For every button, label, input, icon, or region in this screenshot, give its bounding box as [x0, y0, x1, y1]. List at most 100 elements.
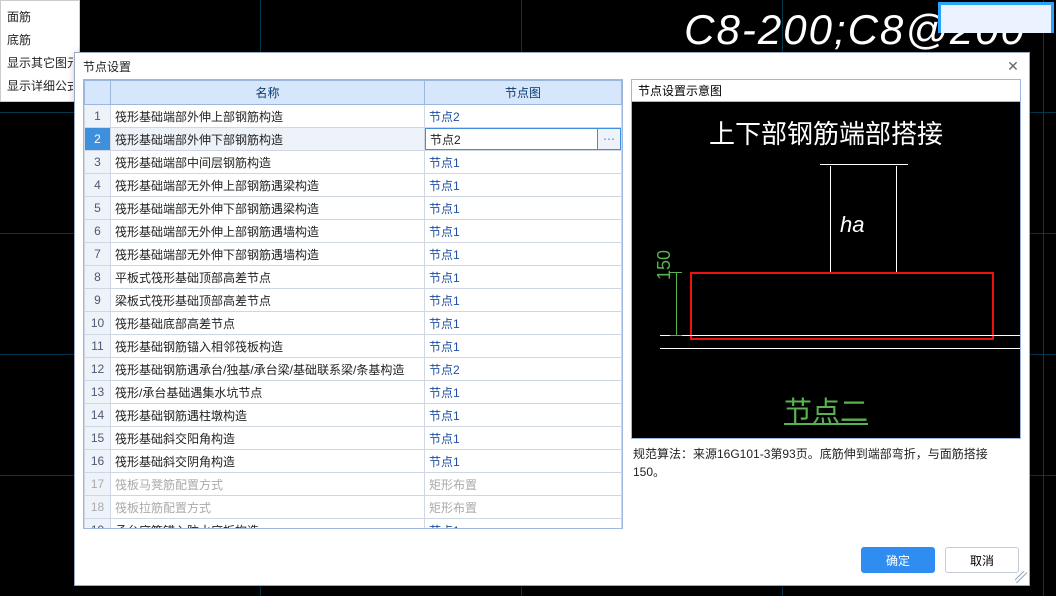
ellipsis-icon[interactable]: ⋯ [598, 128, 621, 150]
row-node[interactable]: 节点1 [425, 519, 622, 530]
row-number: 8 [85, 266, 111, 289]
dialog-footer: 确定 取消 [75, 537, 1029, 585]
row-node[interactable]: 节点1 [425, 450, 622, 473]
context-menu: 面筋 底筋 显示其它图元 显示详细公式 [0, 0, 80, 102]
row-name[interactable]: 筏形基础钢筋锚入相邻筏板构造 [111, 335, 425, 358]
row-node[interactable]: 节点1 [425, 404, 622, 427]
row-node[interactable]: ⋯ [425, 128, 622, 151]
table-row[interactable]: 2筏形基础端部外伸下部钢筋构造 ⋯ [85, 128, 622, 151]
col-header-name[interactable]: 名称 [111, 81, 425, 105]
table-row[interactable]: 16筏形基础斜交阴角构造节点1 [85, 450, 622, 473]
row-name[interactable]: 筏形基础端部中间层钢筋构造 [111, 151, 425, 174]
row-node[interactable]: 节点1 [425, 381, 622, 404]
dialog-title: 节点设置 [83, 58, 131, 75]
row-name[interactable]: 筏形基础斜交阴角构造 [111, 450, 425, 473]
close-icon[interactable]: ✕ [1005, 58, 1021, 74]
row-name[interactable]: 筏形基础底部高差节点 [111, 312, 425, 335]
cancel-button[interactable]: 取消 [945, 547, 1019, 573]
table-row[interactable]: 7筏形基础端部无外伸下部钢筋遇墙构造节点1 [85, 243, 622, 266]
row-node[interactable]: 节点1 [425, 427, 622, 450]
figure-line [896, 166, 897, 272]
preview-note: 规范算法：来源16G101-3第93页。底筋伸到端部弯折，与面筋搭接150。 [631, 439, 1021, 481]
table-row[interactable]: 10筏形基础底部高差节点节点1 [85, 312, 622, 335]
row-name[interactable]: 筏形基础钢筋遇柱墩构造 [111, 404, 425, 427]
row-name[interactable]: 筏板马凳筋配置方式 [111, 473, 425, 496]
row-node[interactable]: 节点2 [425, 105, 622, 128]
row-name[interactable]: 筏板拉筋配置方式 [111, 496, 425, 519]
table-row[interactable]: 8平板式筏形基础顶部高差节点节点1 [85, 266, 622, 289]
table-row[interactable]: 12筏形基础钢筋遇承台/独基/承台梁/基础联系梁/条基构造节点2 [85, 358, 622, 381]
dialog-titlebar[interactable]: 节点设置 ✕ [75, 53, 1029, 79]
row-number: 14 [85, 404, 111, 427]
row-number: 10 [85, 312, 111, 335]
row-number: 7 [85, 243, 111, 266]
row-number: 11 [85, 335, 111, 358]
row-node[interactable]: 节点1 [425, 266, 622, 289]
row-name[interactable]: 筏形基础钢筋遇承台/独基/承台梁/基础联系梁/条基构造 [111, 358, 425, 381]
menu-item[interactable]: 显示详细公式 [7, 74, 73, 97]
row-number: 6 [85, 220, 111, 243]
row-name[interactable]: 承台底筋锚入防水底板构造 [111, 519, 425, 530]
preview-title: 节点设置示意图 [632, 80, 1020, 102]
row-node[interactable]: 节点1 [425, 312, 622, 335]
resize-grip-icon[interactable] [1015, 571, 1027, 583]
table-row[interactable]: 9梁板式筏形基础顶部高差节点节点1 [85, 289, 622, 312]
node-table-container[interactable]: 名称 节点图 1筏形基础端部外伸上部钢筋构造节点22筏形基础端部外伸下部钢筋构造… [83, 79, 623, 529]
row-number: 15 [85, 427, 111, 450]
row-number: 9 [85, 289, 111, 312]
col-header-node[interactable]: 节点图 [425, 81, 622, 105]
figure-dim-line [670, 335, 682, 336]
row-name[interactable]: 筏形/承台基础遇集水坑节点 [111, 381, 425, 404]
table-row[interactable]: 15筏形基础斜交阳角构造节点1 [85, 427, 622, 450]
col-header-num[interactable] [85, 81, 111, 105]
table-row[interactable]: 6筏形基础端部无外伸上部钢筋遇墙构造节点1 [85, 220, 622, 243]
preview-panel: 节点设置示意图 上下部钢筋端部搭接 ha 150 节点二 [631, 79, 1021, 439]
row-name[interactable]: 筏形基础端部无外伸上部钢筋遇梁构造 [111, 174, 425, 197]
row-number: 16 [85, 450, 111, 473]
row-node[interactable]: 节点1 [425, 220, 622, 243]
row-number: 2 [85, 128, 111, 151]
row-node[interactable]: 节点1 [425, 151, 622, 174]
row-name[interactable]: 梁板式筏形基础顶部高差节点 [111, 289, 425, 312]
row-node[interactable]: 节点1 [425, 174, 622, 197]
figure-rebar-rect [690, 272, 994, 340]
table-row[interactable]: 5筏形基础端部无外伸下部钢筋遇梁构造节点1 [85, 197, 622, 220]
ok-button[interactable]: 确定 [861, 547, 935, 573]
table-row[interactable]: 13筏形/承台基础遇集水坑节点节点1 [85, 381, 622, 404]
figure-top-label: 上下部钢筋端部搭接 [632, 114, 1020, 151]
row-number: 12 [85, 358, 111, 381]
table-row[interactable]: 14筏形基础钢筋遇柱墩构造节点1 [85, 404, 622, 427]
row-node[interactable]: 节点1 [425, 243, 622, 266]
row-name[interactable]: 筏形基础端部无外伸下部钢筋遇梁构造 [111, 197, 425, 220]
menu-item[interactable]: 面筋 [7, 5, 73, 28]
row-number: 1 [85, 105, 111, 128]
table-row[interactable]: 4筏形基础端部无外伸上部钢筋遇梁构造节点1 [85, 174, 622, 197]
table-row[interactable]: 17筏板马凳筋配置方式矩形布置 [85, 473, 622, 496]
menu-item[interactable]: 显示其它图元 [7, 51, 73, 74]
row-node[interactable]: 节点1 [425, 289, 622, 312]
row-name[interactable]: 平板式筏形基础顶部高差节点 [111, 266, 425, 289]
row-name[interactable]: 筏形基础端部无外伸上部钢筋遇墙构造 [111, 220, 425, 243]
figure-dim-line [676, 272, 677, 336]
node-settings-dialog: 节点设置 ✕ 名称 节点图 1筏形基础端部外伸上部钢筋构造节点22筏形基础端部外… [74, 52, 1030, 586]
figure-line [660, 335, 1020, 336]
row-node[interactable]: 矩形布置 [425, 496, 622, 519]
table-row[interactable]: 18筏板拉筋配置方式矩形布置 [85, 496, 622, 519]
menu-item[interactable]: 底筋 [7, 28, 73, 51]
row-node[interactable]: 节点1 [425, 335, 622, 358]
figure-bottom-label: 节点二 [632, 390, 1020, 430]
row-node[interactable]: 节点2 [425, 358, 622, 381]
table-row[interactable]: 19承台底筋锚入防水底板构造节点1 [85, 519, 622, 530]
table-row[interactable]: 11筏形基础钢筋锚入相邻筏板构造节点1 [85, 335, 622, 358]
row-name[interactable]: 筏形基础斜交阳角构造 [111, 427, 425, 450]
row-name[interactable]: 筏形基础端部外伸上部钢筋构造 [111, 105, 425, 128]
row-node[interactable]: 节点1 [425, 197, 622, 220]
table-row[interactable]: 1筏形基础端部外伸上部钢筋构造节点2 [85, 105, 622, 128]
row-number: 13 [85, 381, 111, 404]
row-name[interactable]: 筏形基础端部外伸下部钢筋构造 [111, 128, 425, 151]
node-edit-input[interactable] [425, 128, 598, 150]
preview-figure: 上下部钢筋端部搭接 ha 150 节点二 [632, 102, 1020, 438]
row-name[interactable]: 筏形基础端部无外伸下部钢筋遇墙构造 [111, 243, 425, 266]
row-node[interactable]: 矩形布置 [425, 473, 622, 496]
table-row[interactable]: 3筏形基础端部中间层钢筋构造节点1 [85, 151, 622, 174]
